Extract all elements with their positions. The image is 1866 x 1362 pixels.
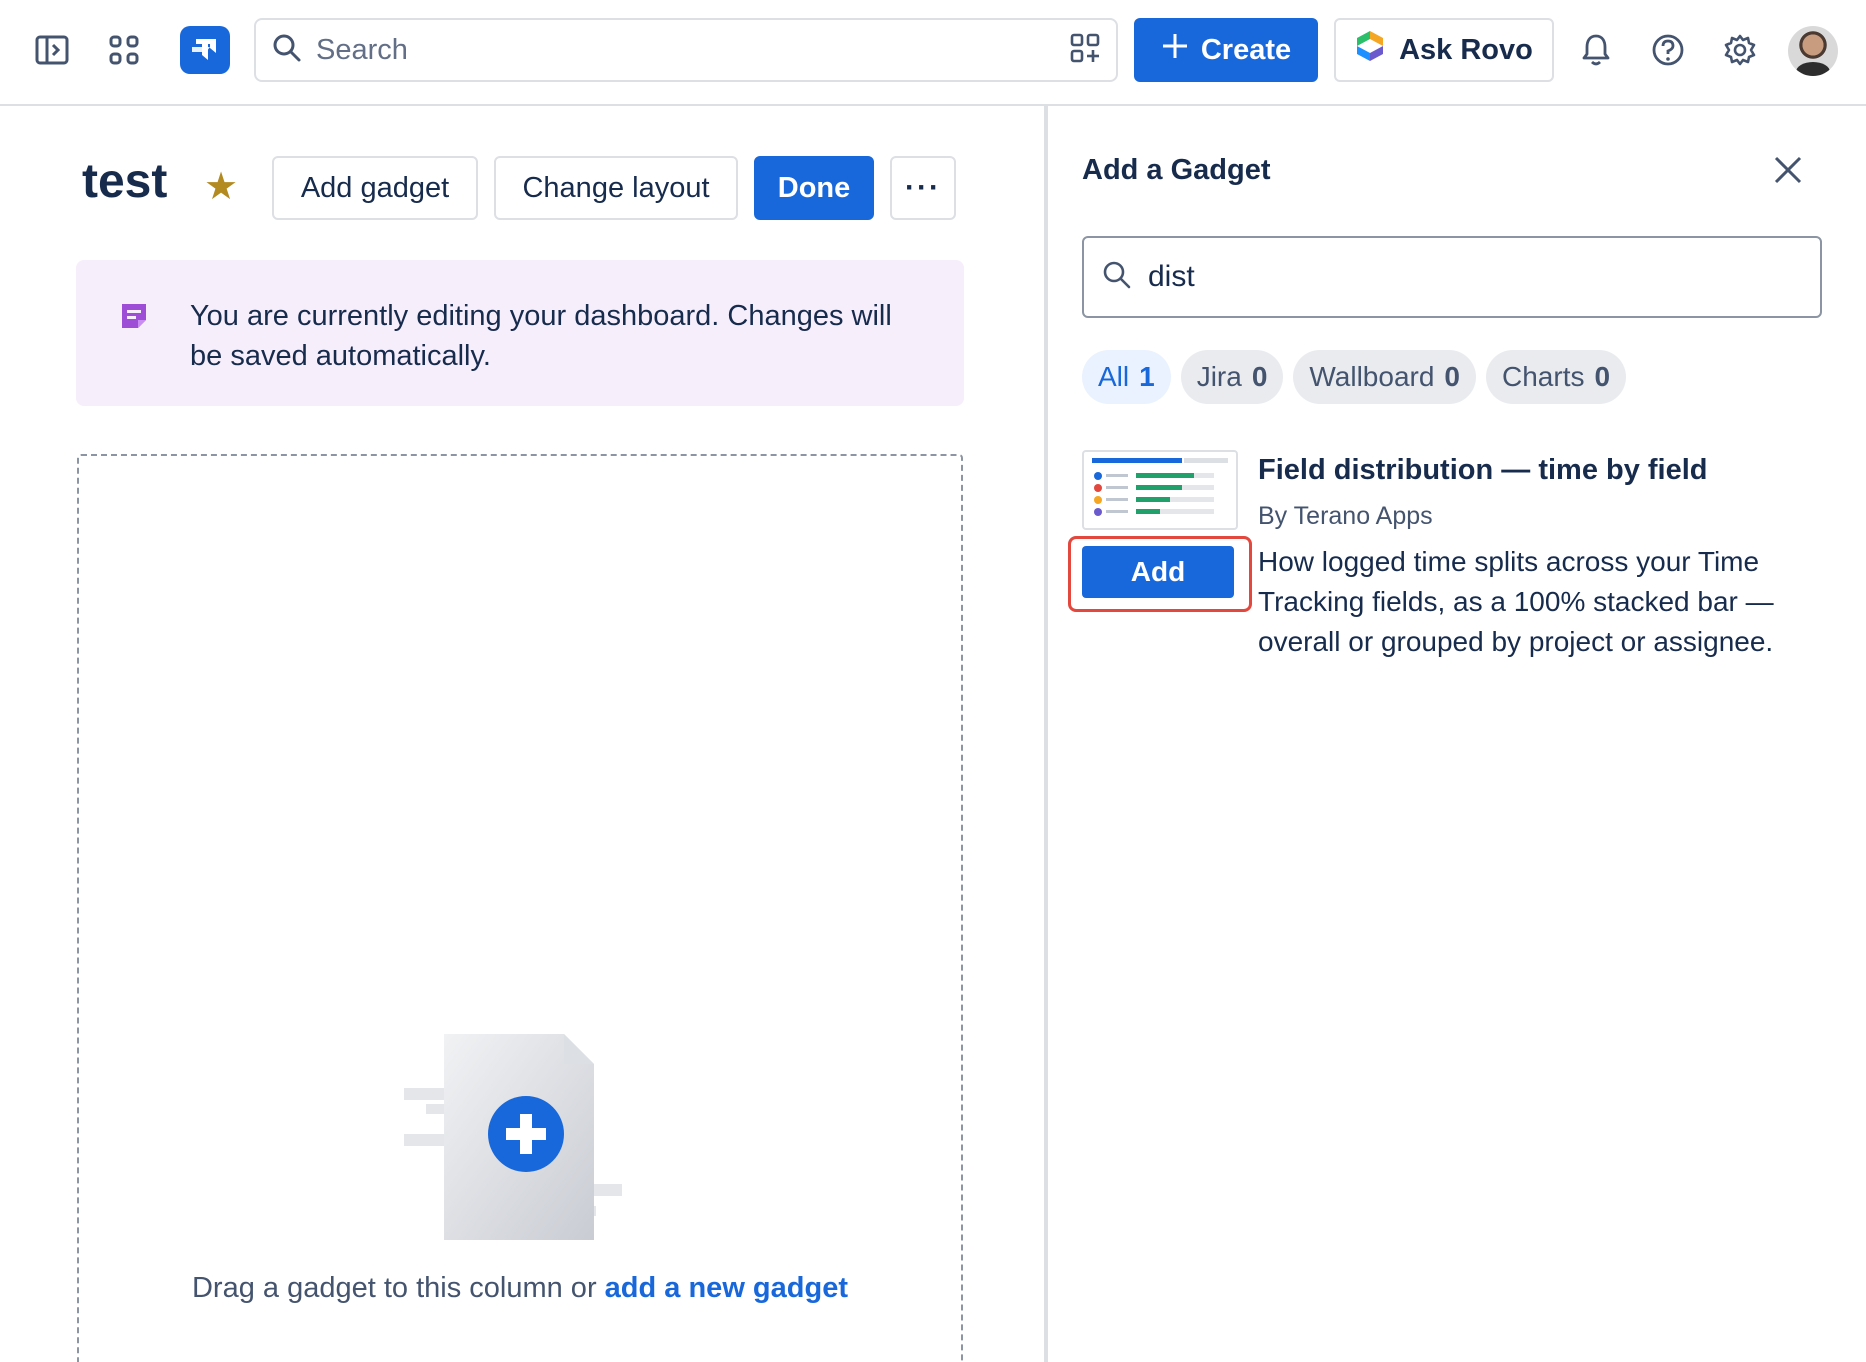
avatar[interactable]: [1788, 26, 1838, 76]
sidebar-toggle-icon[interactable]: [28, 26, 76, 74]
filter-count: 0: [1251, 361, 1268, 392]
app-switcher-icon[interactable]: [100, 26, 148, 74]
add-gadget-button[interactable]: Add gadget: [272, 156, 478, 220]
gadget-description: How logged time splits across your Time …: [1258, 546, 1774, 657]
gadget-thumbnail: [1082, 450, 1238, 530]
bell-icon[interactable]: [1572, 26, 1620, 74]
star-icon[interactable]: ★: [204, 168, 238, 206]
filter-chip-charts[interactable]: Charts 0: [1486, 350, 1627, 404]
filter-label: Jira: [1196, 361, 1242, 392]
gadget-search-value: dist: [1148, 260, 1195, 293]
ask-rovo-label: Ask Rovo: [1399, 33, 1533, 66]
jira-logo-icon[interactable]: [180, 26, 230, 74]
drop-instructions: Drag a gadget to this column or add a ne…: [0, 1272, 1040, 1305]
gadget-result: Add Field distribution — time by field B…: [1068, 450, 1842, 680]
close-icon[interactable]: [1770, 152, 1806, 188]
add-new-gadget-link[interactable]: add a new gadget: [605, 1272, 848, 1304]
filter-count: 0: [1594, 361, 1611, 392]
help-icon[interactable]: [1644, 26, 1692, 74]
more-actions-button[interactable]: ···: [890, 156, 956, 220]
filter-label: All: [1098, 361, 1130, 392]
ask-rovo-button[interactable]: Ask Rovo: [1334, 18, 1554, 82]
create-label: Create: [1200, 33, 1292, 66]
change-layout-button[interactable]: Change layout: [494, 156, 738, 220]
top-navigation: Search Create Ask Rovo: [0, 0, 1866, 106]
filter-count: 0: [1444, 361, 1460, 392]
editing-banner: You are currently editing your dashboard…: [76, 260, 964, 406]
done-button[interactable]: Done: [754, 156, 874, 220]
filter-chips: All 1 Jira 0 Wallboard 0 Charts 0: [1082, 350, 1627, 404]
filter-chip-wallboard[interactable]: Wallboard 0: [1293, 350, 1476, 404]
filter-count: 1: [1139, 361, 1155, 392]
panel-title: Add a Gadget: [1082, 154, 1271, 186]
plus-icon: [1161, 32, 1189, 68]
add-gadget-result-button[interactable]: Add: [1082, 546, 1234, 598]
create-button[interactable]: Create: [1134, 18, 1318, 82]
filter-label: Wallboard: [1309, 361, 1435, 392]
drop-text: Drag a gadget to this column or: [191, 1272, 597, 1304]
add-gadget-illustration: [404, 1034, 634, 1240]
filter-label: Charts: [1502, 361, 1585, 392]
gadget-vendor: By Terano Apps: [1258, 502, 1433, 530]
rovo-icon: [1355, 30, 1385, 70]
search-icon: [1102, 260, 1132, 295]
gear-icon[interactable]: [1716, 26, 1764, 74]
search-input[interactable]: Search: [254, 18, 1118, 82]
qr-scan-icon[interactable]: [1070, 33, 1100, 68]
search-placeholder: Search: [316, 33, 408, 66]
filter-chip-all[interactable]: All 1: [1082, 350, 1171, 404]
gadget-title: Field distribution — time by field: [1258, 454, 1708, 486]
edit-note-icon: [118, 300, 150, 337]
banner-message: You are currently editing your dashboard…: [190, 300, 892, 372]
panel-divider[interactable]: [1044, 106, 1048, 1362]
gadget-search-input[interactable]: dist: [1082, 236, 1822, 318]
page-title: test: [82, 155, 168, 208]
search-icon: [272, 33, 302, 68]
filter-chip-jira[interactable]: Jira 0: [1180, 350, 1284, 404]
